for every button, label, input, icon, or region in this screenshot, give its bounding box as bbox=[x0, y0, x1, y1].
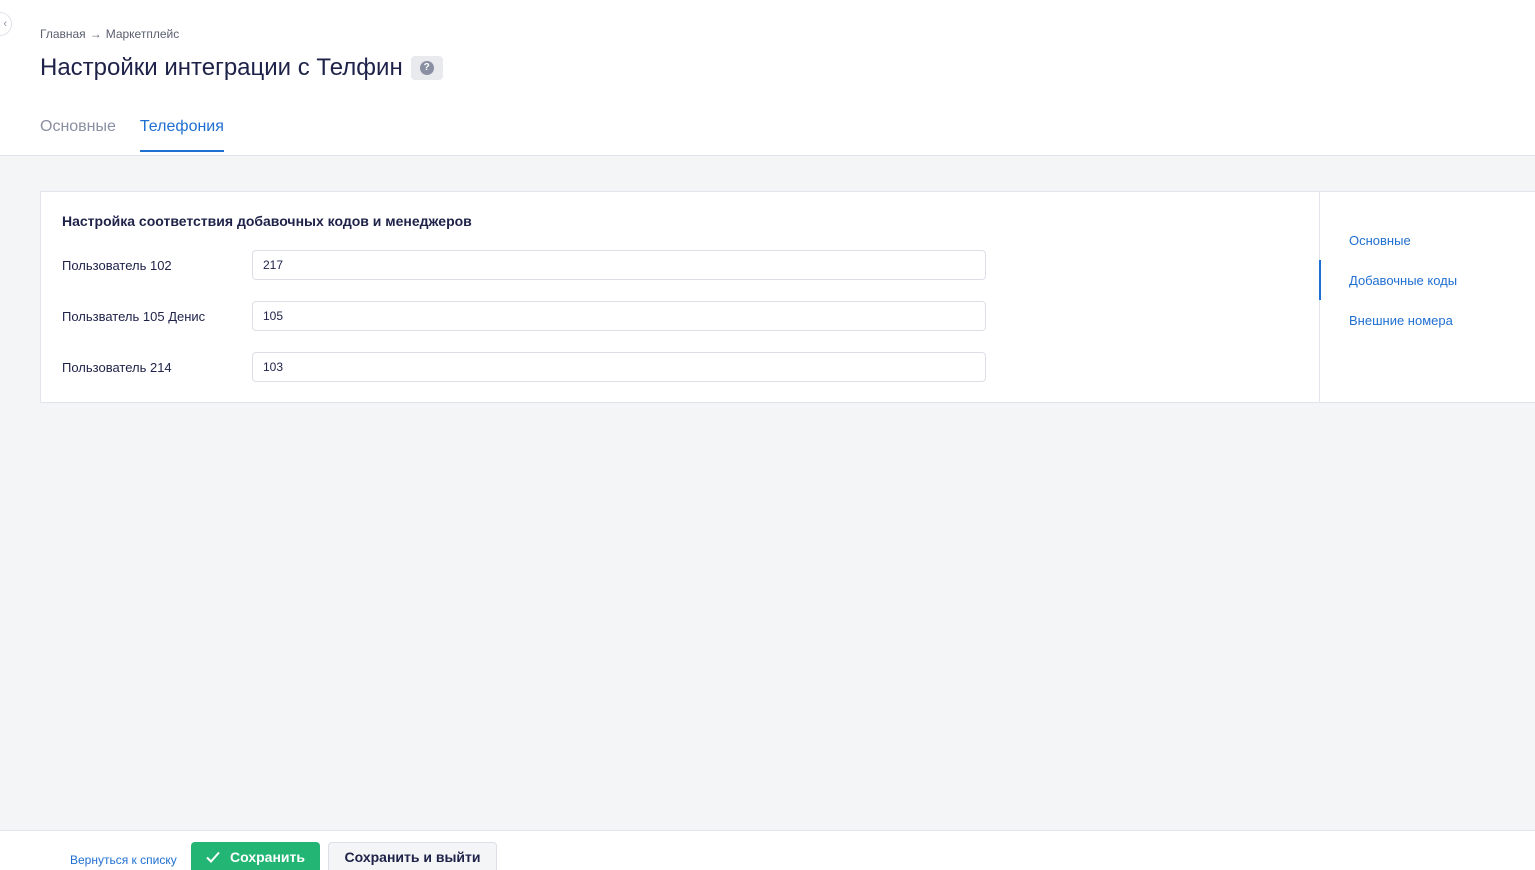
page-title: Настройки интеграции с Телфин ? bbox=[40, 54, 443, 82]
form-label: Пользватель 105 Денис bbox=[62, 308, 206, 324]
breadcrumb-home[interactable]: Главная bbox=[40, 27, 86, 41]
breadcrumb-marketplace[interactable]: Маркетплейс bbox=[106, 27, 180, 41]
breadcrumb-arrow-icon: → bbox=[89, 27, 102, 41]
help-button[interactable]: ? bbox=[410, 56, 443, 80]
form-row: Пользователь 102 bbox=[62, 250, 986, 280]
side-nav-item-extension-codes[interactable]: Добавочные коды bbox=[1349, 273, 1457, 288]
check-icon bbox=[206, 851, 220, 863]
back-to-list-link[interactable]: Вернуться к списку bbox=[70, 853, 177, 867]
extension-code-input[interactable] bbox=[252, 352, 986, 382]
side-nav-item-main[interactable]: Основные bbox=[1349, 233, 1411, 248]
tabs: Основные Телефония bbox=[40, 118, 224, 152]
save-button-label: Сохранить bbox=[230, 849, 305, 865]
page-title-text: Настройки интеграции с Телфин bbox=[40, 54, 403, 81]
side-nav: Основные Добавочные коды Внешние номера bbox=[1319, 192, 1535, 402]
save-button[interactable]: Сохранить bbox=[191, 842, 320, 870]
form-row: Пользватель 105 Денис bbox=[62, 301, 986, 331]
section-title: Настройка соответствия добавочных кодов … bbox=[62, 213, 472, 229]
tab-main[interactable]: Основные bbox=[40, 118, 116, 152]
page-header: ‹ Главная → Маркетплейс Настройки интегр… bbox=[0, 0, 1535, 156]
form-label: Пользователь 214 bbox=[62, 359, 172, 375]
footer-bar: Вернуться к списку Сохранить Сохранить и… bbox=[0, 830, 1535, 870]
settings-card: Настройка соответствия добавочных кодов … bbox=[40, 191, 1535, 403]
tab-telephony[interactable]: Телефония bbox=[139, 118, 224, 152]
extension-code-input[interactable] bbox=[252, 301, 986, 331]
form-label: Пользователь 102 bbox=[62, 257, 172, 273]
extension-code-input[interactable] bbox=[252, 250, 986, 280]
side-nav-active-indicator bbox=[1319, 260, 1321, 300]
form-row: Пользователь 214 bbox=[62, 352, 986, 382]
breadcrumb: Главная → Маркетплейс bbox=[40, 27, 179, 41]
question-circle-icon: ? bbox=[419, 61, 434, 75]
card-main: Настройка соответствия добавочных кодов … bbox=[41, 192, 1320, 402]
save-and-exit-button[interactable]: Сохранить и выйти bbox=[328, 842, 497, 870]
side-nav-item-external-numbers[interactable]: Внешние номера bbox=[1349, 313, 1453, 328]
collapse-sidebar-icon[interactable]: ‹ bbox=[0, 12, 12, 36]
